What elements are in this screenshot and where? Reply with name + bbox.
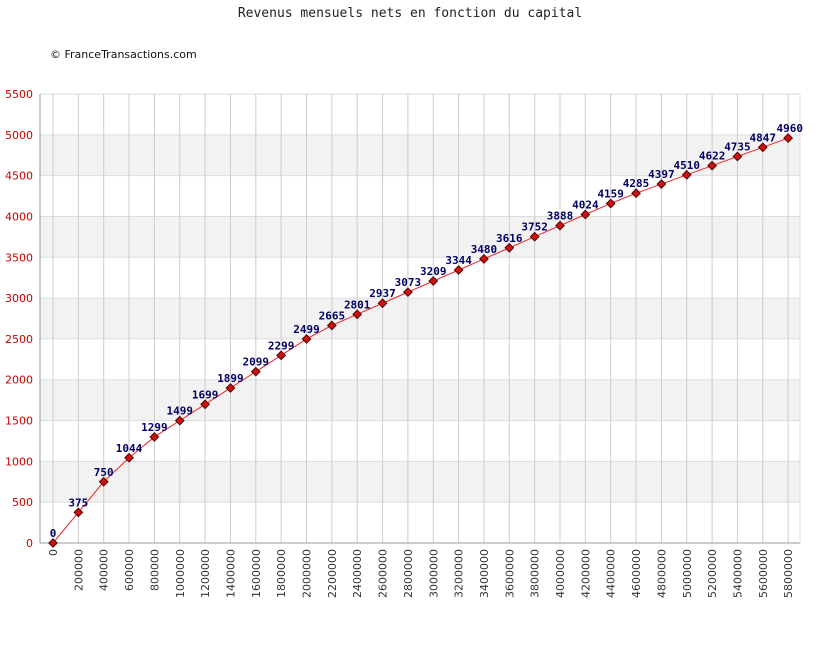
x-tick-label: 2400000 bbox=[351, 549, 364, 598]
data-label: 4024 bbox=[572, 198, 599, 211]
y-tick-label: 3000 bbox=[5, 292, 33, 305]
data-label: 2099 bbox=[243, 356, 270, 369]
data-label: 2665 bbox=[319, 309, 346, 322]
x-tick-label: 2200000 bbox=[326, 549, 339, 598]
data-label: 4510 bbox=[674, 159, 701, 172]
y-tick-label: 1500 bbox=[5, 415, 33, 428]
data-label: 4960 bbox=[777, 122, 804, 135]
x-tick-label: 1600000 bbox=[250, 549, 263, 598]
x-tick-labels: 0 200000 400000 600000 800000 1000000 1200000 1… bbox=[47, 549, 795, 598]
y-tick-label: 1000 bbox=[5, 455, 33, 468]
data-label: 4397 bbox=[648, 168, 675, 181]
data-label: 3480 bbox=[471, 243, 498, 256]
x-tick-label: 4000000 bbox=[554, 549, 567, 598]
data-label: 2499 bbox=[293, 323, 320, 336]
x-tick-label: 3600000 bbox=[503, 549, 516, 598]
x-tick-label: 5400000 bbox=[731, 549, 744, 598]
x-tick-label: 5200000 bbox=[706, 549, 719, 598]
x-tick-label: 800000 bbox=[148, 549, 161, 591]
x-tick-label: 2600000 bbox=[377, 549, 390, 598]
data-label: 3888 bbox=[547, 210, 574, 223]
x-tick-label: 1200000 bbox=[199, 549, 212, 598]
x-tick-label: 2800000 bbox=[402, 549, 415, 598]
x-tick-label: 4800000 bbox=[655, 549, 668, 598]
data-label: 2937 bbox=[369, 287, 396, 300]
data-label: 4847 bbox=[750, 131, 777, 144]
data-label: 3209 bbox=[420, 265, 447, 278]
y-tick-label: 4500 bbox=[5, 170, 33, 183]
data-label: 4159 bbox=[597, 187, 624, 200]
data-label: 1044 bbox=[116, 442, 143, 455]
data-label: 375 bbox=[68, 496, 88, 509]
x-tick-label: 0 bbox=[47, 549, 60, 556]
line-chart: 0 500 1000 1500 2000 2500 3000 3500 4000 4500 5000… bbox=[5, 88, 804, 598]
x-tick-label: 3000000 bbox=[427, 549, 440, 598]
x-tick-label: 200000 bbox=[72, 549, 85, 591]
x-tick-label: 4200000 bbox=[579, 549, 592, 598]
data-label: 1899 bbox=[217, 372, 244, 385]
x-tick-label: 3400000 bbox=[478, 549, 491, 598]
data-label: 1299 bbox=[141, 421, 168, 434]
x-tick-label: 2000000 bbox=[301, 549, 314, 598]
x-tick-label: 3800000 bbox=[529, 549, 542, 598]
data-label: 3616 bbox=[496, 232, 523, 245]
x-tick-label: 1400000 bbox=[224, 549, 237, 598]
y-tick-label: 5000 bbox=[5, 129, 33, 142]
y-tick-label: 3500 bbox=[5, 251, 33, 264]
data-label: 4622 bbox=[699, 150, 726, 163]
data-label: 2299 bbox=[268, 339, 295, 352]
x-tick-label: 5000000 bbox=[681, 549, 694, 598]
y-tick-label: 0 bbox=[26, 537, 33, 550]
x-tick-label: 5600000 bbox=[757, 549, 770, 598]
y-tick-label: 2000 bbox=[5, 374, 33, 387]
y-tick-label: 500 bbox=[12, 496, 33, 509]
data-label: 3752 bbox=[521, 221, 548, 234]
x-tick-label: 5800000 bbox=[782, 549, 795, 598]
x-tick-label: 600000 bbox=[123, 549, 136, 591]
data-label: 4285 bbox=[623, 177, 650, 190]
x-tick-label: 1800000 bbox=[275, 549, 288, 598]
y-tick-label: 5500 bbox=[5, 88, 33, 101]
data-label: 3344 bbox=[445, 254, 472, 267]
y-tick-label: 4000 bbox=[5, 210, 33, 223]
data-label: 0 bbox=[50, 527, 57, 540]
y-tick-label: 2500 bbox=[5, 333, 33, 346]
x-tick-label: 400000 bbox=[98, 549, 111, 591]
data-label: 2801 bbox=[344, 298, 371, 311]
data-label: 750 bbox=[94, 466, 114, 479]
y-tick-labels: 0 500 1000 1500 2000 2500 3000 3500 4000 4500 5000… bbox=[5, 88, 33, 550]
data-label: 1499 bbox=[167, 405, 194, 418]
x-tick-label: 4600000 bbox=[630, 549, 643, 598]
data-label: 3073 bbox=[395, 276, 422, 289]
data-label: 4735 bbox=[724, 140, 751, 153]
x-tick-label: 3200000 bbox=[453, 549, 466, 598]
x-tick-label: 1000000 bbox=[174, 549, 187, 598]
x-tick-label: 4400000 bbox=[605, 549, 618, 598]
data-label: 1699 bbox=[192, 388, 219, 401]
